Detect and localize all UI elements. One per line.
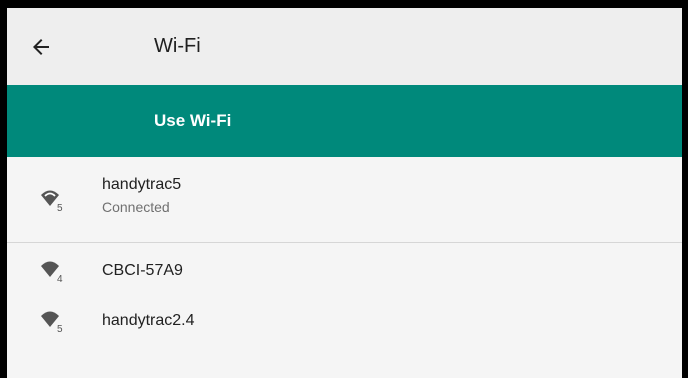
wifi-signal-5ghz-icon: 5 <box>40 308 66 334</box>
network-item-cbci-57a9[interactable]: 4 CBCI-57A9 <box>7 243 682 298</box>
svg-text:5: 5 <box>57 324 63 334</box>
wifi-signal-5ghz-icon: 5 <box>40 187 66 213</box>
network-ssid: CBCI-57A9 <box>102 262 183 279</box>
back-arrow-icon[interactable] <box>29 35 53 59</box>
wifi-settings-screen: Wi-Fi Use Wi-Fi 5 handytrac5 Connected 4… <box>7 8 682 378</box>
page-title: Wi-Fi <box>154 35 201 57</box>
network-status: Connected <box>102 199 170 215</box>
svg-text:4: 4 <box>57 274 63 284</box>
network-item-handytrac5[interactable]: 5 handytrac5 Connected <box>7 157 682 243</box>
wifi-signal-2.4ghz-icon: 4 <box>40 258 66 284</box>
network-item-handytrac2.4[interactable]: 5 handytrac2.4 <box>7 298 682 353</box>
svg-text:5: 5 <box>57 203 63 213</box>
use-wifi-label: Use Wi-Fi <box>154 111 232 130</box>
use-wifi-toggle[interactable]: Use Wi-Fi <box>7 85 682 157</box>
network-ssid: handytrac2.4 <box>102 312 195 329</box>
network-ssid: handytrac5 <box>102 176 182 193</box>
app-bar: Wi-Fi <box>7 8 682 85</box>
